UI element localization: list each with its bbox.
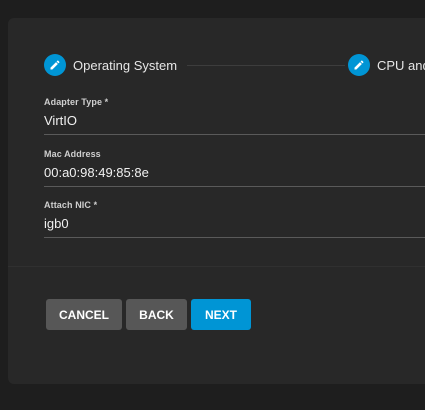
attach-nic-field: Attach NIC * igb0	[44, 200, 425, 238]
next-button[interactable]: NEXT	[191, 299, 251, 330]
attach-nic-label: Attach NIC *	[44, 200, 98, 210]
step-cpu-and-memory[interactable]: CPU and	[348, 54, 425, 76]
step-connector	[187, 65, 345, 66]
wizard-stepper: Operating System CPU and	[44, 54, 425, 76]
attach-nic-select[interactable]: igb0	[44, 216, 425, 238]
wizard-card: Operating System CPU and Adapter Type * …	[8, 18, 425, 384]
pencil-icon	[44, 54, 66, 76]
adapter-type-label: Adapter Type *	[44, 97, 109, 107]
mac-address-input[interactable]: 00:a0:98:49:85:8e	[44, 165, 425, 187]
cancel-button[interactable]: CANCEL	[46, 299, 122, 330]
mac-address-field: Mac Address 00:a0:98:49:85:8e	[44, 149, 425, 187]
pencil-icon	[348, 54, 370, 76]
step-operating-system[interactable]: Operating System	[44, 54, 177, 76]
divider	[8, 266, 425, 267]
step-label: CPU and	[377, 57, 425, 73]
mac-address-label: Mac Address	[44, 149, 101, 159]
back-button[interactable]: BACK	[126, 299, 187, 330]
adapter-type-select[interactable]: VirtIO	[44, 113, 425, 135]
step-label: Operating System	[73, 57, 178, 73]
adapter-type-field: Adapter Type * VirtIO	[44, 97, 425, 135]
